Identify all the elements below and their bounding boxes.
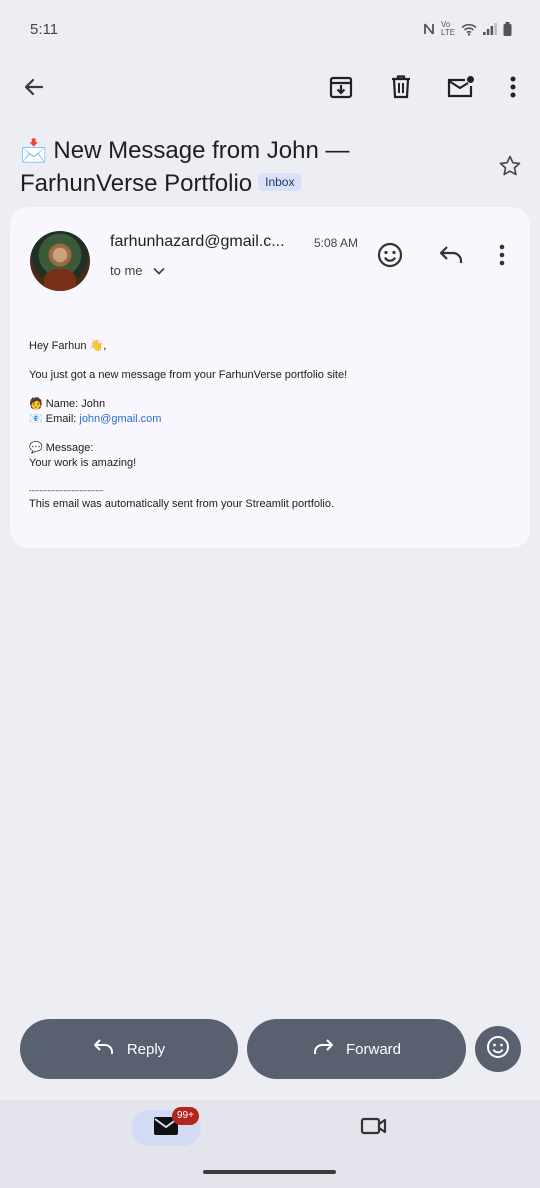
star-button[interactable] [490, 148, 530, 188]
reply-button[interactable]: Reply [20, 1019, 238, 1079]
archive-button[interactable] [317, 60, 365, 114]
body-message-label: 💬 Message: [29, 442, 94, 454]
reply-label: Reply [126, 1040, 166, 1058]
email-subject: 📩 New Message from John — FarhunVerse Por… [20, 134, 490, 200]
forward-icon [312, 1038, 334, 1060]
smiley-icon [486, 1035, 510, 1064]
message-time: 5:08 AM [314, 236, 359, 250]
body-intro: You just got a new message from your Far… [29, 369, 348, 381]
emoji-react-button[interactable] [475, 1026, 521, 1072]
star-icon [498, 154, 522, 183]
unread-count-badge: 99+ [172, 1107, 199, 1125]
more-options-button[interactable] [489, 60, 537, 114]
body-footer: This email was automatically sent from y… [29, 498, 335, 510]
body-email-link[interactable]: john@gmail.com [79, 413, 161, 425]
body-divider: ---------------------------- [29, 486, 104, 495]
trash-icon [389, 74, 413, 100]
video-camera-icon [360, 1116, 388, 1141]
message-body: Hey Farhun 👋, You just got a new message… [29, 339, 509, 512]
message-more-button[interactable] [482, 237, 522, 277]
envelope-arrow-icon: 📩 [20, 138, 48, 163]
status-icons: Vo LTE [423, 21, 512, 37]
reply-icon-button[interactable] [431, 237, 471, 277]
more-vert-icon [499, 244, 505, 271]
home-indicator[interactable] [203, 1170, 336, 1174]
body-email-line: 📧 Email: john@gmail.com [29, 412, 509, 427]
archive-icon [328, 74, 354, 100]
delete-button[interactable] [377, 60, 425, 114]
body-greeting: Hey Farhun 👋, [29, 340, 107, 352]
chevron-down-icon [152, 263, 165, 278]
battery-icon [503, 22, 512, 36]
forward-label: Forward [345, 1040, 401, 1058]
status-time: 5:11 [30, 20, 59, 38]
arrow-left-icon [22, 75, 46, 99]
smiley-icon [377, 242, 403, 273]
body-message-text: Your work is amazing! [29, 457, 137, 469]
nfc-icon [423, 22, 435, 36]
recipient-toggle[interactable]: to me [110, 263, 165, 278]
sender-name[interactable]: farhunhazard@gmail.c... [110, 233, 285, 251]
label-badge[interactable]: Inbox [258, 172, 302, 191]
body-name-line: 🧑 Name: John [29, 398, 106, 410]
reply-icon [438, 244, 464, 271]
back-button[interactable] [10, 60, 58, 114]
reply-icon [93, 1038, 115, 1060]
body-email-label: 📧 Email: [29, 413, 80, 425]
nav-meet[interactable] [352, 1110, 396, 1146]
sender-avatar[interactable] [30, 231, 90, 291]
mark-unread-button[interactable] [437, 60, 485, 114]
status-bar: 5:11 Vo LTE [0, 0, 540, 58]
signal-icon [483, 23, 497, 35]
message-card: farhunhazard@gmail.c... 5:08 AM to me He… [10, 207, 530, 548]
react-emoji-button[interactable] [370, 237, 410, 277]
volte-icon: Vo LTE [441, 20, 456, 37]
mail-unread-icon [447, 75, 475, 99]
bottom-nav: 99+ [0, 1100, 540, 1188]
wifi-icon [461, 23, 477, 36]
recipient-label: to me [110, 263, 143, 278]
more-vert-icon [510, 76, 516, 98]
forward-button[interactable]: Forward [247, 1019, 466, 1079]
top-toolbar [0, 60, 540, 114]
